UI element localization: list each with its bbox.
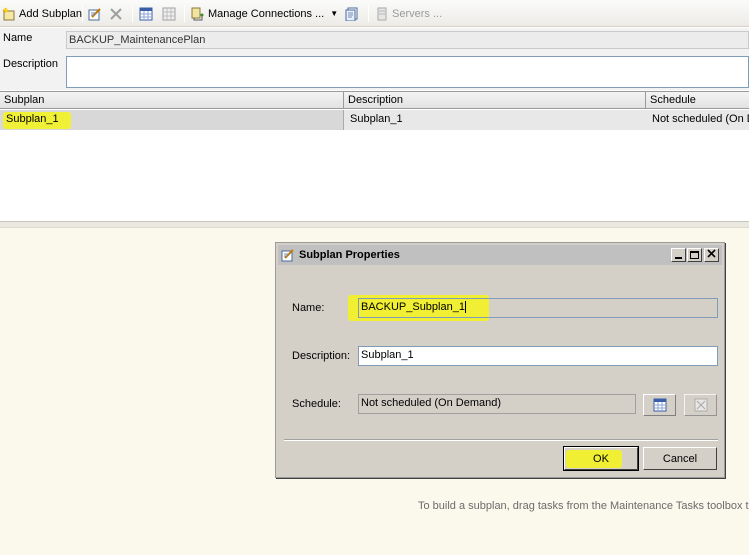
- edit-properties-icon: [88, 7, 102, 21]
- remove-schedule-button-dialog[interactable]: [684, 394, 717, 416]
- subplan-grid-header: Subplan Description Schedule: [0, 91, 749, 109]
- maximize-button[interactable]: [687, 248, 702, 262]
- close-icon: [707, 249, 716, 261]
- subplan-properties-button[interactable]: [88, 5, 102, 22]
- designer-toolbar: Add Subplan Manage Connections ... ▼ Ser…: [0, 0, 749, 27]
- maximize-icon: [690, 251, 699, 259]
- add-subplan-icon: [2, 7, 16, 21]
- column-header-subplan[interactable]: Subplan: [0, 92, 344, 109]
- schedule-cell[interactable]: Not scheduled (On D: [646, 110, 749, 130]
- column-header-description[interactable]: Description: [344, 92, 646, 109]
- minimize-icon: [675, 257, 682, 259]
- maintenance-plan-designer: Add Subplan Manage Connections ... ▼ Ser…: [0, 0, 749, 228]
- edit-schedule-button[interactable]: [643, 394, 676, 416]
- subplan-name-value: BACKUP_Subplan_1: [361, 301, 465, 313]
- design-surface-hint: To build a subplan, drag tasks from the …: [418, 500, 749, 512]
- manage-connections-button[interactable]: Manage Connections ... ▼: [190, 5, 338, 22]
- report-icon: [345, 7, 359, 21]
- table-row[interactable]: Subplan_1 Subplan_1 Not scheduled (On D: [0, 110, 749, 130]
- plan-description-field[interactable]: [66, 56, 749, 88]
- server-icon: [375, 7, 389, 21]
- dialog-description-label: Description:: [292, 350, 351, 362]
- dialog-title-bar[interactable]: Subplan Properties: [278, 245, 722, 265]
- dialog-title: Subplan Properties: [299, 249, 400, 261]
- plan-name-label: Name: [3, 32, 33, 44]
- schedule-display: Not scheduled (On Demand): [358, 394, 636, 414]
- subplan-schedule-button[interactable]: [139, 5, 153, 22]
- designer-splitter[interactable]: [0, 221, 749, 228]
- subplan-grid-empty-area: [0, 131, 749, 221]
- dropdown-arrow-icon[interactable]: ▼: [330, 9, 338, 18]
- connections-icon: [190, 7, 204, 21]
- remove-schedule-button[interactable]: [162, 5, 176, 22]
- text-caret: [464, 301, 466, 314]
- delete-icon: [109, 7, 123, 21]
- plan-name-field: BACKUP_MaintenancePlan: [66, 31, 749, 49]
- subplan-cell[interactable]: Subplan_1: [0, 110, 344, 130]
- minimize-button[interactable]: [671, 248, 686, 262]
- add-subplan-label: Add Subplan: [19, 7, 82, 20]
- dialog-name-label: Name:: [292, 302, 325, 314]
- calendar-remove-icon: [694, 398, 708, 412]
- delete-subplan-button[interactable]: [109, 5, 123, 22]
- plan-name-row: Name BACKUP_MaintenancePlan: [0, 28, 749, 52]
- subplan-name-input[interactable]: BACKUP_Subplan_1: [358, 298, 718, 318]
- close-button[interactable]: [704, 248, 719, 262]
- cancel-button[interactable]: Cancel: [643, 447, 717, 470]
- dialog-schedule-label: Schedule:: [292, 398, 341, 410]
- servers-label: Servers ...: [392, 7, 443, 20]
- add-subplan-button[interactable]: Add Subplan: [2, 5, 82, 22]
- dialog-properties-icon: [281, 248, 295, 262]
- servers-button[interactable]: Servers ...: [375, 5, 442, 22]
- plan-description-label: Description: [3, 58, 59, 70]
- subplan-properties-dialog: Subplan Properties Name: BACKUP_Subplan_…: [275, 242, 725, 478]
- calendar-remove-icon: [162, 7, 176, 21]
- plan-description-row: Description: [0, 52, 749, 90]
- subplan-description-input[interactable]: Subplan_1: [358, 346, 718, 366]
- manage-connections-label: Manage Connections ...: [208, 7, 325, 20]
- calendar-icon: [139, 7, 153, 21]
- reporting-logging-button[interactable]: [345, 5, 359, 22]
- column-header-schedule[interactable]: Schedule: [646, 92, 749, 109]
- dialog-divider: [284, 439, 718, 441]
- description-cell[interactable]: Subplan_1: [344, 110, 646, 130]
- ok-button[interactable]: OK: [563, 446, 639, 471]
- calendar-icon: [653, 398, 667, 412]
